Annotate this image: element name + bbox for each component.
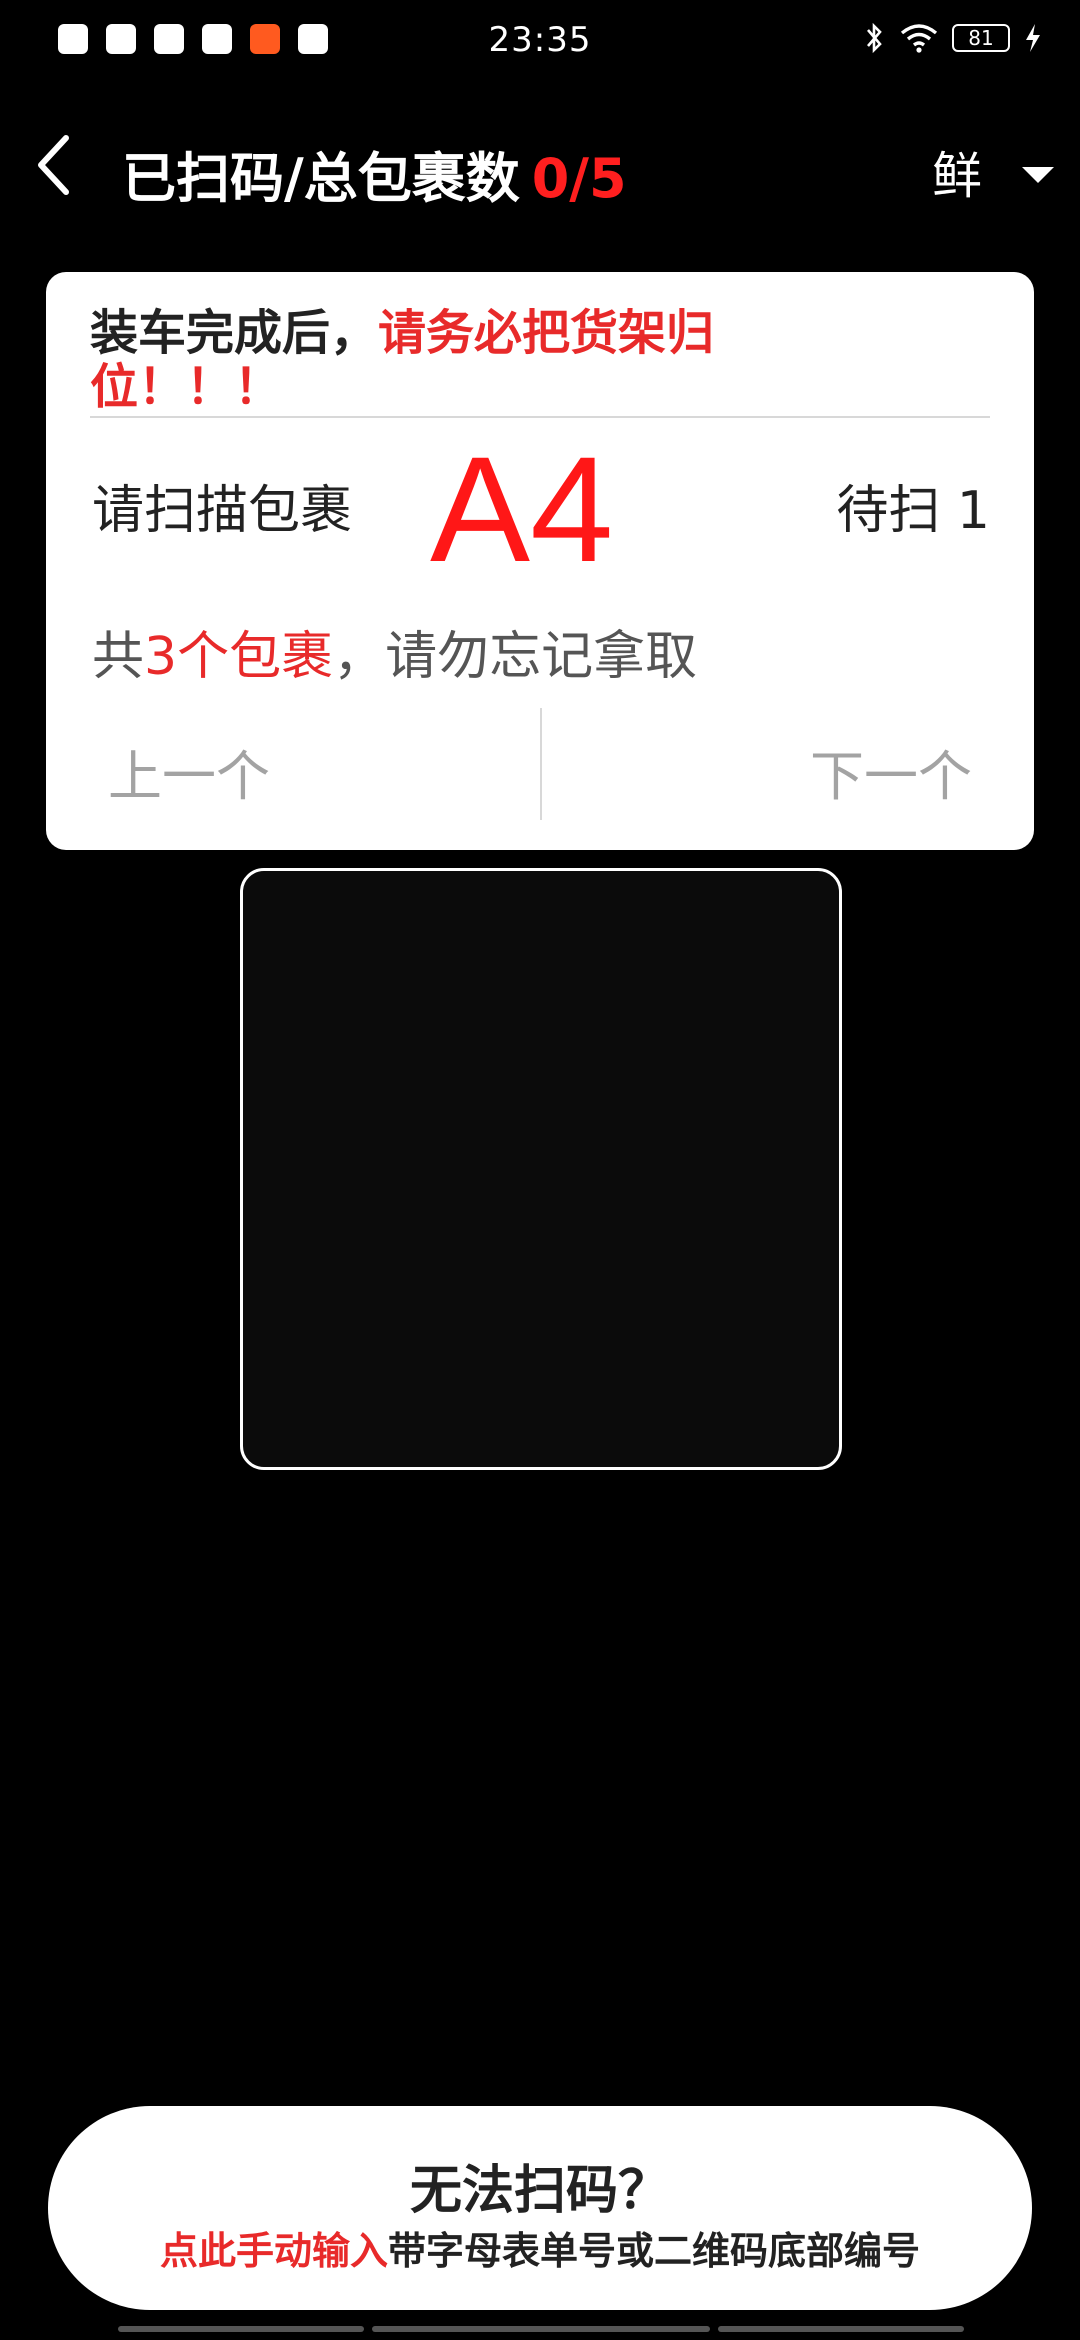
pending-count: 待扫 1 (836, 481, 990, 541)
manual-input-button[interactable]: 无法扫码？ 点此手动输入带字母表单号或二维码底部编号 (48, 2106, 1032, 2310)
manual-input-hint: 点此手动输入带字母表单号或二维码底部编号 (48, 2220, 1032, 2275)
category-label: 鲜 (932, 147, 982, 205)
battery-level: 81 (968, 26, 994, 50)
next-button[interactable]: 下一个 (810, 732, 972, 811)
shelf-code: A4 (430, 425, 614, 593)
system-icons: 81 (864, 22, 1042, 54)
warning-message: 装车完成后，请务必把货架归位！！！ (90, 306, 870, 414)
scan-count: 0/5 (531, 147, 627, 210)
bottom-handle (118, 2326, 964, 2332)
bluetooth-icon (867, 22, 882, 54)
warning-text: 装车完成后， (90, 305, 379, 361)
manual-input-action: 点此手动输入 (159, 2229, 388, 2273)
button-divider (540, 708, 542, 820)
status-bar: 23:35 81 (0, 0, 1080, 84)
handle-segment (718, 2326, 964, 2332)
chevron-left-icon (38, 135, 69, 195)
note-suffix: ，请勿忘记拿取 (333, 627, 698, 687)
page-title: 已扫码/总包裹数 0/5 (122, 134, 627, 213)
charging-icon (1026, 24, 1040, 52)
note-prefix: 共 (92, 627, 145, 687)
note-highlight: 3个包裹 (144, 627, 334, 687)
top-app-bar: 已扫码/总包裹数 0/5 鲜 (0, 110, 1080, 230)
previous-button[interactable]: 上一个 (108, 732, 270, 811)
divider (90, 416, 990, 418)
scan-prompt: 请扫描包裹 (92, 481, 353, 541)
scan-info-card: 装车完成后，请务必把货架归位！！！ 请扫描包裹 A4 待扫 1 共3个包裹，请勿… (46, 272, 1034, 850)
battery-indicator: 81 (952, 24, 1010, 52)
triangle-down-icon (1022, 167, 1054, 183)
wifi-icon (900, 24, 938, 53)
back-button[interactable] (18, 130, 88, 200)
handle-segment (118, 2326, 364, 2332)
manual-input-hint-text: 带字母表单号或二维码底部编号 (388, 2229, 921, 2273)
category-dropdown[interactable]: 鲜 (932, 136, 1054, 208)
package-note: 共3个包裹，请勿忘记拿取 (92, 614, 697, 689)
manual-input-title: 无法扫码？ (409, 2161, 670, 2221)
handle-segment (372, 2326, 710, 2332)
scanner-viewfinder (240, 868, 842, 1470)
title-text: 已扫码/总包裹数 (122, 147, 520, 210)
